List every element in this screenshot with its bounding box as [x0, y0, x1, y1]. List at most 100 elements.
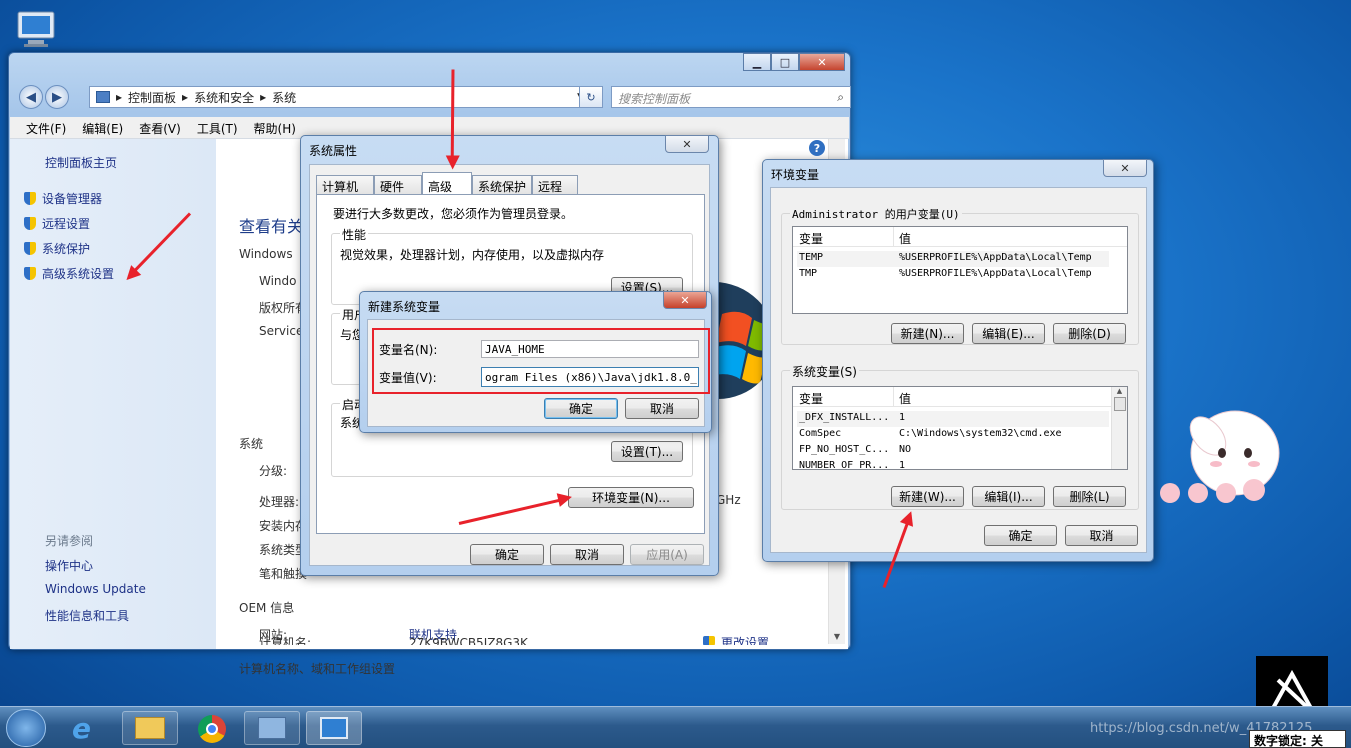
control-panel-taskbar-button[interactable]: [244, 711, 300, 745]
chrome-icon[interactable]: [198, 715, 226, 743]
help-icon[interactable]: ?: [809, 140, 825, 156]
tab-remote[interactable]: 远程: [532, 175, 578, 194]
tab-computer-name[interactable]: 计算机名: [316, 175, 374, 211]
advanced-system-settings-link[interactable]: 高级系统设置: [24, 265, 114, 282]
maximize-button[interactable]: □: [771, 53, 799, 71]
breadcrumb-separator-icon: ▸: [116, 90, 123, 104]
refresh-icon[interactable]: ↻: [579, 86, 603, 108]
computer-icon: [320, 717, 348, 739]
tab-advanced[interactable]: 高级: [422, 172, 472, 194]
tab-hardware[interactable]: 硬件: [374, 175, 422, 194]
shield-icon: [24, 217, 36, 230]
user-new-button[interactable]: 新建(N)...: [891, 323, 964, 344]
environment-variables-button[interactable]: 环境变量(N)...: [568, 487, 694, 508]
dialog-body: Administrator 的用户变量(U) 变量 值 TEMP %USERPRO…: [770, 187, 1147, 553]
service-pack-line: Service: [259, 324, 304, 338]
system-variables-list[interactable]: 变量 值 _DFX_INSTALL... 1 ComSpec C:\Windows\…: [792, 386, 1128, 470]
breadcrumb-system[interactable]: 系统: [272, 89, 296, 106]
address-bar[interactable]: ▸ 控制面板 ▸ 系统和安全 ▸ 系统 ▼: [89, 86, 591, 108]
windows-line: Windo: [259, 274, 297, 288]
see-also-heading: 另请参阅: [45, 534, 94, 548]
processor-label: 处理器:: [259, 495, 300, 509]
user-delete-button[interactable]: 删除(D): [1053, 323, 1126, 344]
scroll-thumb[interactable]: [1113, 397, 1126, 411]
system-var-row[interactable]: _DFX_INSTALL... 1: [797, 411, 1109, 427]
control-panel-home-link[interactable]: 控制面板主页: [45, 154, 117, 171]
back-button[interactable]: ◀: [19, 85, 43, 109]
control-panel-icon: [258, 717, 286, 739]
user-edit-button[interactable]: 编辑(E)...: [972, 323, 1045, 344]
performance-tools-link[interactable]: 性能信息和工具: [45, 607, 129, 624]
change-settings-link[interactable]: 更改设置: [703, 633, 769, 645]
scroll-down-icon[interactable]: ▼: [829, 632, 845, 642]
breadcrumb-control-panel[interactable]: 控制面板: [128, 89, 176, 106]
bunny-sticker: [1150, 398, 1290, 513]
menu-edit[interactable]: 编辑(E): [82, 120, 123, 136]
ok-button[interactable]: 确定: [544, 398, 618, 419]
column-variable[interactable]: 变量: [799, 390, 823, 407]
dialog-title: 环境变量: [771, 168, 820, 182]
system-delete-button[interactable]: 删除(L): [1053, 486, 1126, 507]
shield-icon: [24, 192, 36, 205]
tab-system-protection[interactable]: 系统保护: [472, 175, 532, 194]
search-input[interactable]: 搜索控制面板 ⌕: [611, 86, 851, 108]
close-button[interactable]: ✕: [665, 135, 709, 153]
close-button[interactable]: ✕: [1103, 159, 1147, 177]
cpu-speed-suffix: GHz: [716, 493, 741, 507]
navigation-bar: ◀ ▶ ▸ 控制面板 ▸ 系统和安全 ▸ 系统 ▼ ↻ 搜索控制面板⌕: [19, 85, 851, 111]
device-manager-link[interactable]: 设备管理器: [24, 190, 102, 207]
forward-button[interactable]: ▶: [45, 85, 69, 109]
system-var-row[interactable]: NUMBER_OF_PR... 1: [797, 459, 1109, 469]
breadcrumb-system-security[interactable]: 系统和安全: [194, 89, 254, 106]
file-explorer-taskbar-button[interactable]: [122, 711, 178, 745]
system-taskbar-button[interactable]: [306, 711, 362, 745]
search-icon[interactable]: ⌕: [837, 90, 844, 105]
user-var-row[interactable]: TEMP %USERPROFILE%\AppData\Local\Temp: [797, 251, 1109, 267]
menu-file[interactable]: 文件(F): [26, 120, 66, 136]
close-button[interactable]: ✕: [663, 291, 707, 309]
system-edit-button[interactable]: 编辑(I)...: [972, 486, 1045, 507]
list-header: 变量 值: [793, 227, 1127, 247]
start-button[interactable]: [6, 709, 46, 747]
windows-update-link[interactable]: Windows Update: [45, 582, 146, 596]
cancel-button[interactable]: 取消: [550, 544, 624, 565]
ok-button[interactable]: 确定: [984, 525, 1057, 546]
dialog-title: 新建系统变量: [368, 300, 441, 314]
taskbar: e https://blog.csdn.net/w_41782125: [0, 706, 1351, 748]
system-new-button[interactable]: 新建(W)...: [891, 486, 964, 507]
menu-view[interactable]: 查看(V): [139, 120, 181, 136]
computer-settings-heading: 计算机名称、域和工作组设置: [239, 662, 396, 676]
internet-explorer-icon[interactable]: e: [72, 715, 102, 743]
shield-icon: [24, 267, 36, 280]
page-title: 查看有关: [239, 217, 304, 236]
close-button[interactable]: ✕: [799, 53, 845, 71]
system-protection-link[interactable]: 系统保护: [24, 240, 90, 257]
performance-title: 性能: [340, 226, 369, 243]
system-var-row[interactable]: FP_NO_HOST_C... NO: [797, 443, 1109, 459]
column-value[interactable]: 值: [899, 390, 911, 407]
user-var-row[interactable]: TMP %USERPROFILE%\AppData\Local\Temp: [797, 267, 1109, 283]
dialog-title: 系统属性: [309, 144, 358, 158]
computer-desktop-icon[interactable]: [14, 10, 58, 50]
cancel-button[interactable]: 取消: [1065, 525, 1138, 546]
window-caption-buttons: ▁ □ ✕: [743, 53, 845, 71]
menu-help[interactable]: 帮助(H): [254, 120, 296, 136]
numlock-status: 数字锁定: 关: [1249, 730, 1346, 748]
minimize-button[interactable]: ▁: [743, 53, 771, 71]
action-center-link[interactable]: 操作中心: [45, 557, 93, 574]
cancel-button[interactable]: 取消: [625, 398, 699, 419]
scroll-up-icon[interactable]: ▲: [1112, 387, 1127, 395]
oem-heading: OEM 信息: [239, 601, 295, 615]
user-variables-list[interactable]: 变量 值 TEMP %USERPROFILE%\AppData\Local\Tem…: [792, 226, 1128, 314]
system-var-row[interactable]: ComSpec C:\Windows\system32\cmd.exe: [797, 427, 1109, 443]
remote-settings-link[interactable]: 远程设置: [24, 215, 90, 232]
apply-button[interactable]: 应用(A): [630, 544, 704, 565]
menu-tools[interactable]: 工具(T): [197, 120, 238, 136]
list-scrollbar[interactable]: ▲: [1111, 387, 1127, 469]
column-value[interactable]: 值: [899, 230, 911, 247]
rating-label: 分级:: [259, 464, 288, 478]
startup-settings-button[interactable]: 设置(T)...: [611, 441, 683, 462]
admin-note: 要进行大多数更改，您必须作为管理员登录。: [333, 207, 574, 221]
column-variable[interactable]: 变量: [799, 230, 823, 247]
ok-button[interactable]: 确定: [470, 544, 544, 565]
